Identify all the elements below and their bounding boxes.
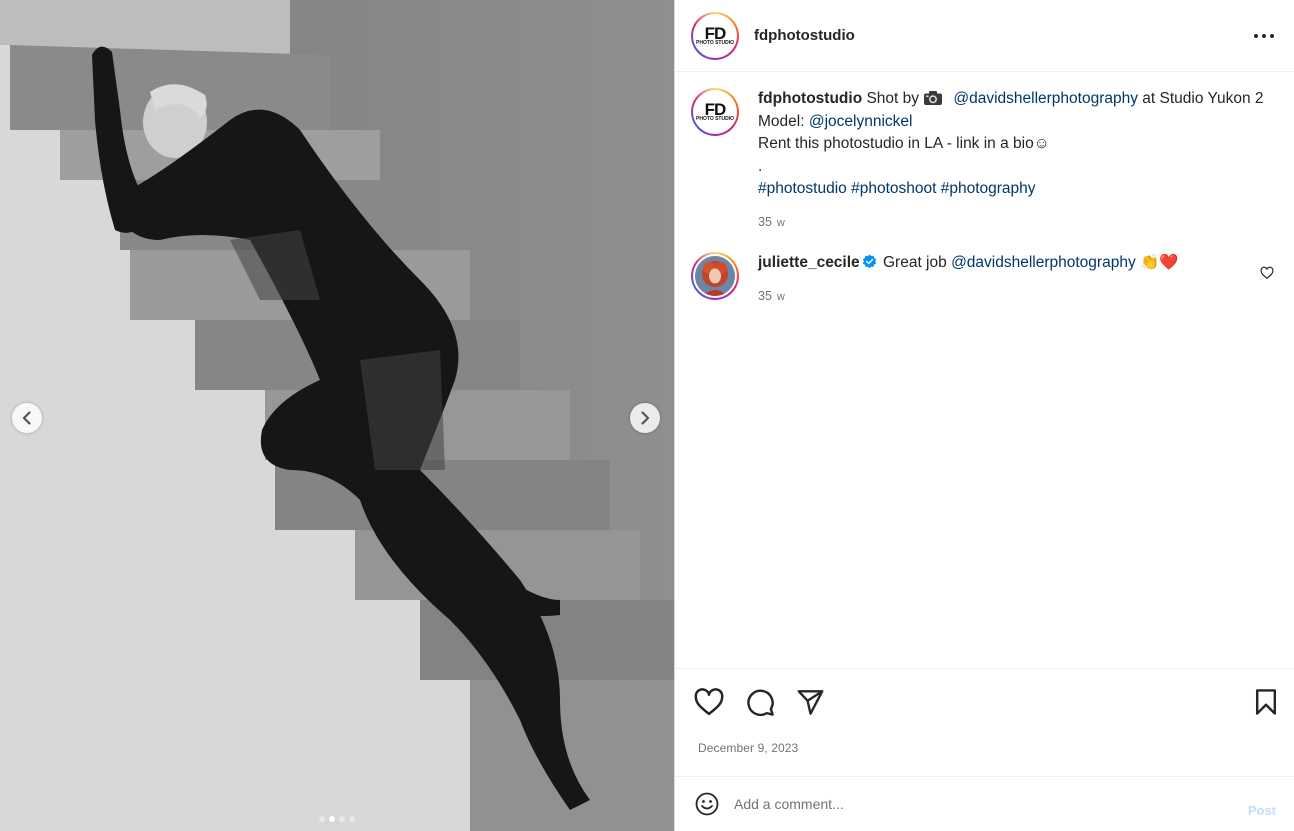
save-button[interactable] xyxy=(1250,686,1282,718)
post-actions: December 9, 2023 xyxy=(675,668,1294,776)
comment-bubble-icon xyxy=(746,689,774,716)
chevron-right-icon xyxy=(641,411,650,425)
hashtag-link[interactable]: #photoshoot xyxy=(851,180,936,197)
emoji-picker-button[interactable] xyxy=(694,791,720,817)
more-horizontal-icon xyxy=(1254,34,1274,38)
caption-entry: FD PHOTO STUDIO fdphotostudio Shot by @d… xyxy=(691,88,1278,234)
avatar-logo-text: FD xyxy=(704,23,727,43)
paper-plane-icon xyxy=(797,689,823,715)
caption-location: at Studio Yukon 2 xyxy=(1142,90,1264,107)
caption-age[interactable]: 35 w xyxy=(758,211,1268,235)
bookmark-icon xyxy=(1255,689,1277,715)
comment-age[interactable]: 35 w xyxy=(758,285,1268,309)
avatar-logo-subtext: PHOTO STUDIO xyxy=(696,39,734,46)
caption-line-3: Rent this photostudio in LA - link in a … xyxy=(758,135,1050,152)
caption-shot-by: Shot by xyxy=(866,90,920,107)
avatar[interactable]: FD PHOTO STUDIO xyxy=(691,11,739,60)
carousel-dot xyxy=(329,816,335,822)
verified-badge-icon xyxy=(862,254,876,269)
comment-text: Great job xyxy=(882,254,947,271)
model-mention-link[interactable]: @jocelynnickel xyxy=(809,113,913,130)
comment-username[interactable]: juliette_cecile xyxy=(758,254,860,271)
post-date[interactable]: December 9, 2023 xyxy=(698,741,798,755)
avatar-logo-text: FD xyxy=(704,100,727,119)
heart-icon xyxy=(694,688,724,716)
carousel-prev-button[interactable] xyxy=(12,403,42,433)
caption-text: fdphotostudio Shot by @davidshellerphoto… xyxy=(758,88,1268,234)
smiley-icon xyxy=(695,792,719,816)
hashtag-link[interactable]: #photography xyxy=(941,180,1036,197)
avatar[interactable] xyxy=(691,252,739,300)
hashtag-link[interactable]: #photostudio xyxy=(758,180,847,197)
post-comment-button[interactable]: Post xyxy=(1248,803,1276,818)
carousel-next-button[interactable] xyxy=(630,403,660,433)
add-comment-input[interactable] xyxy=(734,796,1194,812)
comment-body: juliette_cecile Great job @davidshellerp… xyxy=(758,252,1268,308)
carousel-dot xyxy=(319,816,325,822)
caption-line-4: . xyxy=(758,157,763,175)
share-button[interactable] xyxy=(794,686,826,718)
post-photo xyxy=(0,0,674,831)
comment-emoji: 👏❤️ xyxy=(1140,254,1179,271)
comment-mention-link[interactable]: @davidshellerphotography xyxy=(951,254,1136,271)
avatar[interactable]: FD PHOTO STUDIO xyxy=(691,88,739,136)
comment-like-heart-icon[interactable] xyxy=(1260,266,1274,280)
camera-icon xyxy=(924,91,943,105)
post-side-panel: FD PHOTO STUDIO fdphotostudio FD PHOTO S… xyxy=(675,0,1294,831)
post-media[interactable] xyxy=(0,0,674,831)
add-comment-bar: Post xyxy=(675,776,1294,831)
avatar-logo-subtext: PHOTO STUDIO xyxy=(696,116,734,122)
photographer-mention-link[interactable]: @davidshellerphotography xyxy=(953,90,1138,107)
carousel-dot xyxy=(349,816,355,822)
more-options-button[interactable] xyxy=(1252,24,1276,48)
chevron-left-icon xyxy=(22,411,31,425)
commenter-avatar-image xyxy=(695,256,735,296)
like-button[interactable] xyxy=(693,686,725,718)
caption-username[interactable]: fdphotostudio xyxy=(758,90,862,107)
carousel-dot xyxy=(339,816,345,822)
caption-model-label: Model: xyxy=(758,112,805,130)
comment-item: juliette_cecile Great job @davidshellerp… xyxy=(691,252,1278,308)
header-username[interactable]: fdphotostudio xyxy=(754,27,855,44)
comment-button[interactable] xyxy=(744,686,776,718)
comments-list[interactable]: FD PHOTO STUDIO fdphotostudio Shot by @d… xyxy=(675,72,1294,668)
carousel-indicator xyxy=(0,816,674,822)
post-header: FD PHOTO STUDIO fdphotostudio xyxy=(675,0,1294,72)
